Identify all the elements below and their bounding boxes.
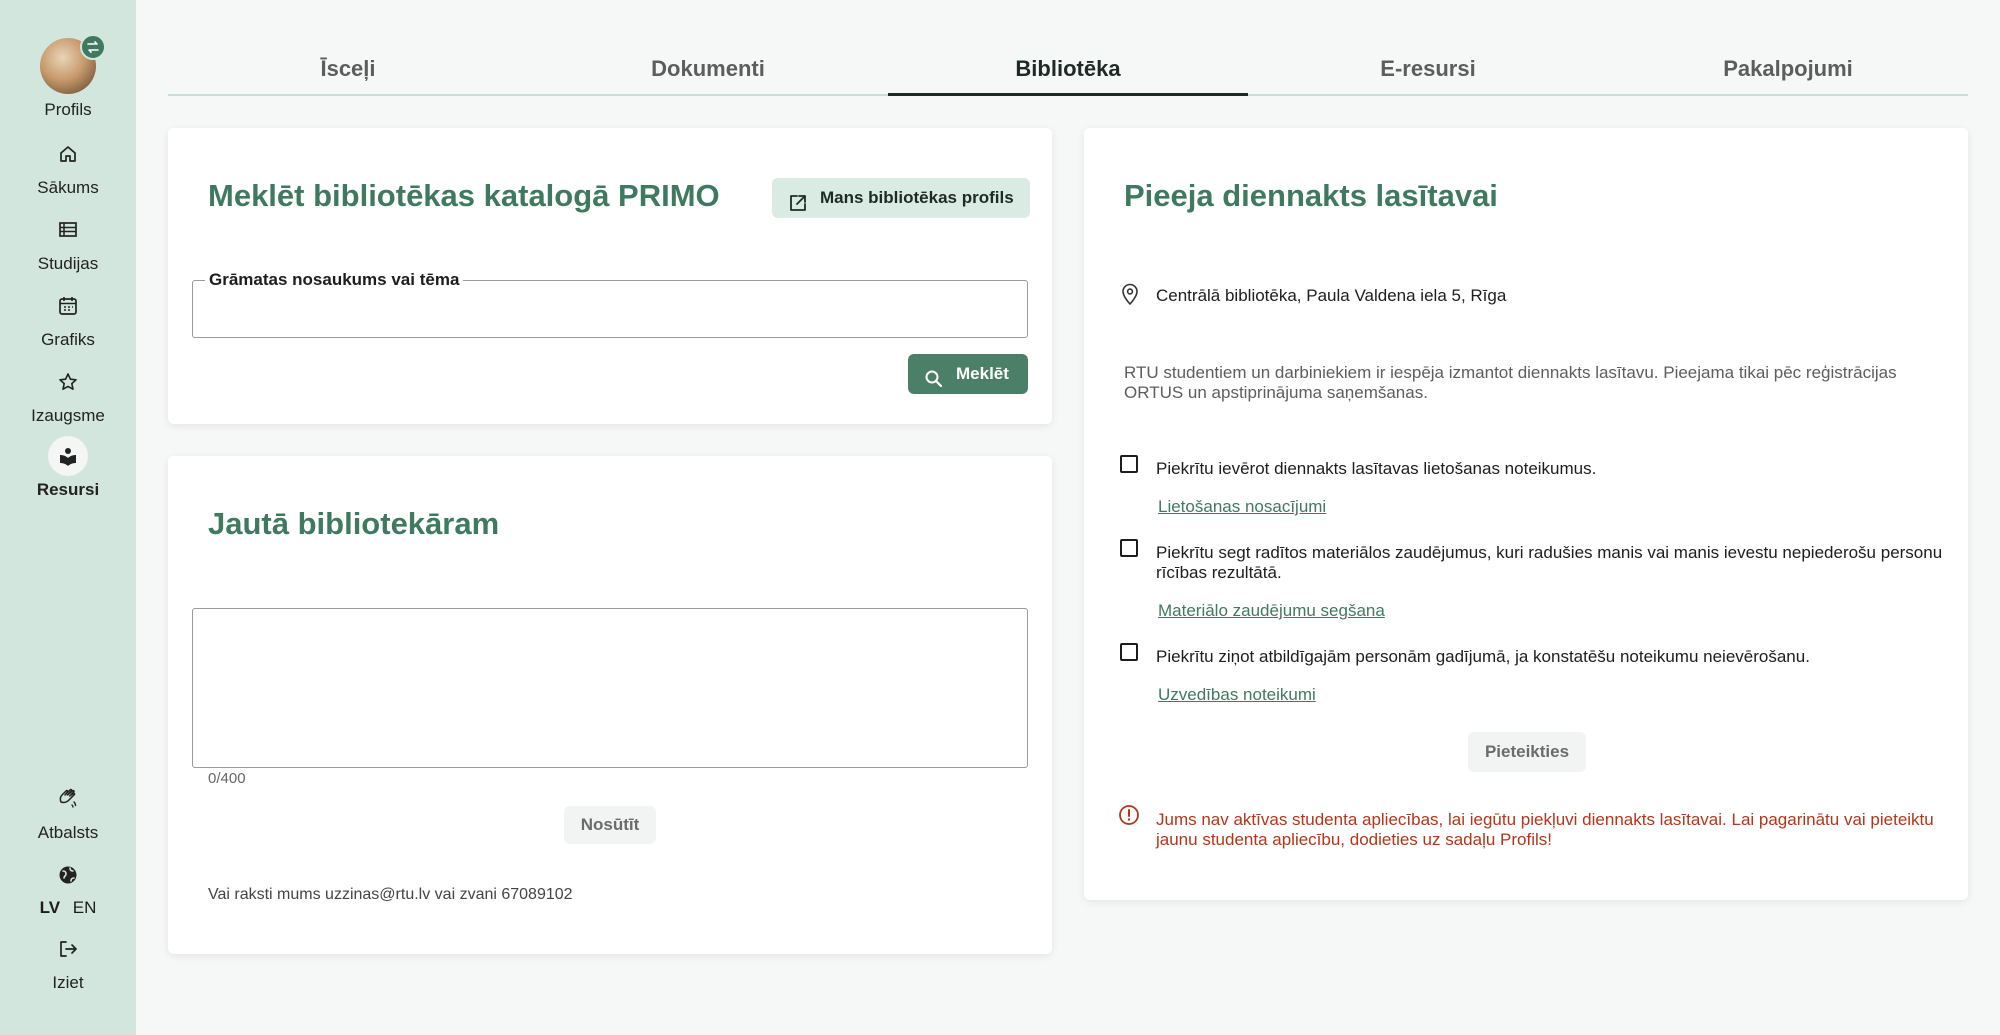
sidebar-item-label: Izaugsme bbox=[31, 406, 105, 425]
sidebar-item-growth[interactable]: Izaugsme bbox=[0, 362, 136, 426]
damages-coverage-link[interactable]: Materiālo zaudējumu segšana bbox=[1158, 601, 1385, 621]
send-button[interactable]: Nosūtīt bbox=[564, 806, 656, 844]
agree-damages-label: Piekrītu segt radītos materiālos zaudēju… bbox=[1156, 543, 1943, 582]
reading-room-title: Pieeja diennakts lasītavai bbox=[1124, 178, 1498, 213]
search-icon bbox=[924, 364, 944, 404]
sidebar-item-home[interactable]: Sākums bbox=[0, 134, 136, 198]
library-profile-button[interactable]: Mans bibliotēkas profils bbox=[772, 178, 1030, 218]
reading-room-info: RTU studentiem un darbiniekiem ir iespēj… bbox=[1124, 363, 1897, 402]
search-button[interactable]: Meklēt bbox=[908, 354, 1028, 394]
library-address: Centrālā bibliotēka, Paula Valdena iela … bbox=[1156, 286, 1507, 305]
reading-room-card: Pieeja diennakts lasītavai Centrālā bibl… bbox=[1084, 128, 1968, 900]
sidebar-item-support[interactable]: Atbalsts bbox=[0, 779, 136, 843]
ask-librarian-title: Jautā bibliotekāram bbox=[208, 506, 500, 541]
agree-report-checkbox[interactable] bbox=[1120, 643, 1138, 661]
logout-icon bbox=[48, 929, 88, 969]
sidebar-item-logout[interactable]: Iziet bbox=[0, 929, 136, 993]
conduct-rules-link[interactable]: Uzvedības noteikumi bbox=[1158, 685, 1316, 705]
star-icon bbox=[48, 362, 88, 402]
list-icon bbox=[48, 210, 88, 250]
sidebar-item-label: Iziet bbox=[52, 973, 84, 992]
sidebar-item-label: Sākums bbox=[37, 178, 99, 197]
tab-bar: Īsceļi Dokumenti Bibliotēka E-resursi Pa… bbox=[168, 52, 1968, 96]
agree-rules-label: Piekrītu ievērot diennakts lasītavas lie… bbox=[1156, 459, 1597, 478]
sidebar-item-label: Grafiks bbox=[41, 330, 95, 349]
sidebar-item-schedule[interactable]: Grafiks bbox=[0, 286, 136, 350]
language-globe bbox=[0, 855, 136, 895]
tab-services[interactable]: Pakalpojumi bbox=[1608, 52, 1968, 96]
sidebar-item-label: Resursi bbox=[36, 480, 100, 499]
agree-damages-checkbox[interactable] bbox=[1120, 539, 1138, 557]
language-switcher: LV EN bbox=[0, 898, 136, 918]
sidebar-item-label: Atbalsts bbox=[37, 823, 99, 842]
tab-library[interactable]: Bibliotēka bbox=[888, 52, 1248, 96]
profile-label: Profils bbox=[44, 100, 92, 119]
globe-icon bbox=[48, 855, 88, 895]
book-title-field-label: Grāmatas nosaukums vai tēma bbox=[205, 270, 464, 290]
support-hand-icon bbox=[48, 779, 88, 819]
agree-rules-checkbox[interactable] bbox=[1120, 455, 1138, 473]
sidebar-item-label: Studijas bbox=[37, 254, 99, 273]
student-card-warning: Jums nav aktīvas studenta apliecības, la… bbox=[1156, 810, 1934, 849]
library-profile-button-label: Mans bibliotēkas profils bbox=[820, 188, 1014, 207]
home-icon bbox=[48, 134, 88, 174]
lang-lv-option[interactable]: LV bbox=[40, 898, 60, 917]
agree-report-label: Piekrītu ziņot atbildīgajām personām gad… bbox=[1156, 647, 1810, 666]
profile-link[interactable]: Profils bbox=[0, 34, 136, 124]
external-link-icon bbox=[788, 188, 808, 228]
search-button-label: Meklēt bbox=[956, 364, 1009, 383]
tab-shortcuts[interactable]: Īsceļi bbox=[168, 52, 528, 96]
question-textarea[interactable] bbox=[192, 608, 1028, 768]
calendar-icon bbox=[48, 286, 88, 326]
sidebar: Profils Sākums Studijas Grafiks Izaugsme… bbox=[0, 0, 136, 1035]
primo-search-title: Meklēt bibliotēkas katalogā PRIMO bbox=[208, 178, 720, 213]
error-icon bbox=[1118, 804, 1140, 831]
books-icon bbox=[48, 436, 88, 476]
sidebar-item-studies[interactable]: Studijas bbox=[0, 210, 136, 274]
lang-en-option[interactable]: EN bbox=[73, 898, 97, 917]
sidebar-item-resources[interactable]: Resursi bbox=[0, 436, 136, 500]
primo-search-card: Meklēt bibliotēkas katalogā PRIMO Mans b… bbox=[168, 128, 1052, 424]
switch-account-icon[interactable] bbox=[80, 34, 106, 60]
usage-terms-link[interactable]: Lietošanas nosacījumi bbox=[1158, 497, 1326, 517]
tab-documents[interactable]: Dokumenti bbox=[528, 52, 888, 96]
apply-button[interactable]: Pieteikties bbox=[1468, 732, 1586, 772]
book-title-field[interactable]: Grāmatas nosaukums vai tēma bbox=[192, 270, 1028, 338]
character-counter: 0/400 bbox=[208, 770, 246, 787]
contact-info: Vai raksti mums uzzinas@rtu.lv vai zvani… bbox=[208, 886, 573, 903]
ask-librarian-card: Jautā bibliotekāram 0/400 Nosūtīt Vai ra… bbox=[168, 456, 1052, 954]
location-pin-icon bbox=[1120, 282, 1140, 311]
tab-e-resources[interactable]: E-resursi bbox=[1248, 52, 1608, 96]
